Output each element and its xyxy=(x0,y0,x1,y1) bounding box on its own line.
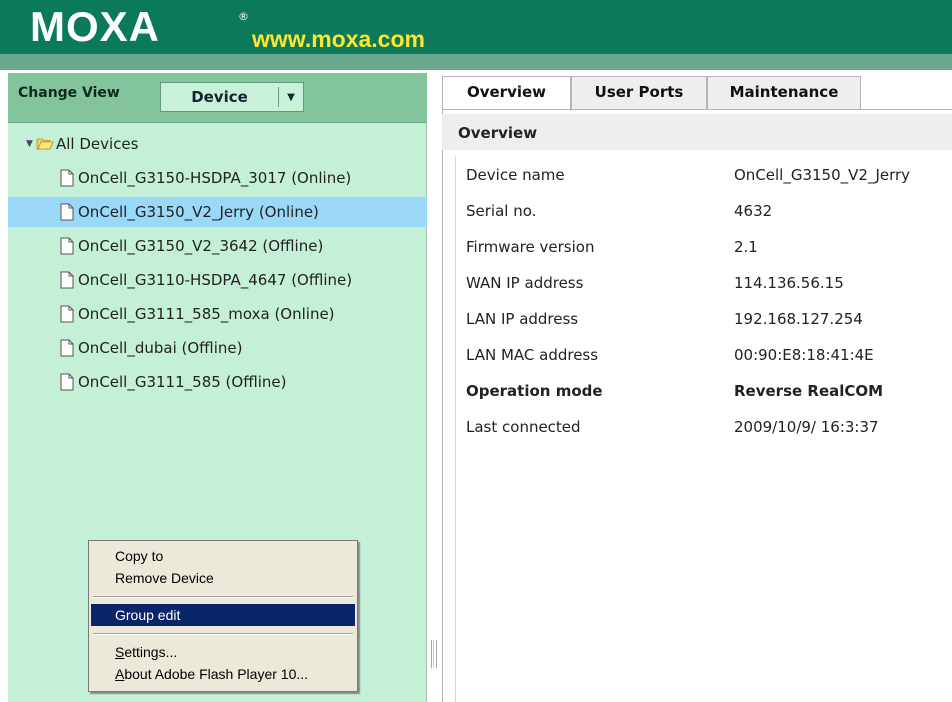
open-folder-icon xyxy=(36,138,54,150)
menu-item-remove-device[interactable]: Remove Device xyxy=(91,567,355,589)
document-icon xyxy=(60,373,74,391)
tab-overview[interactable]: Overview xyxy=(442,76,571,111)
menu-item-about-flash[interactable]: About Adobe Flash Player 10... xyxy=(91,663,355,685)
tree-device-item[interactable]: OnCell_G3111_585 (Offline) xyxy=(8,367,427,397)
tree-device-item[interactable]: OnCell_G3150_V2_3642 (Offline) xyxy=(8,231,427,261)
view-dropdown[interactable]: Device ▼ xyxy=(160,82,304,112)
info-label: WAN IP address xyxy=(466,274,584,292)
info-row: Firmware version 2.1 xyxy=(456,234,952,258)
registered-mark: ® xyxy=(238,10,249,23)
info-label: Operation mode xyxy=(466,382,603,400)
tree-device-item[interactable]: OnCell_dubai (Offline) xyxy=(8,333,427,363)
header-bar: MOXA ® www.moxa.com xyxy=(0,0,952,54)
info-label: LAN IP address xyxy=(466,310,579,328)
tree-device-label: OnCell_G3150-HSDPA_3017 (Online) xyxy=(78,169,352,187)
info-label: Serial no. xyxy=(466,202,537,220)
settings-accelerator: S xyxy=(115,644,125,660)
menu-item-group-edit[interactable]: Group edit xyxy=(91,604,355,626)
about-accelerator: A xyxy=(115,666,125,682)
document-icon xyxy=(60,305,74,323)
triangle-down-icon[interactable]: ▼ xyxy=(279,92,303,103)
info-label: LAN MAC address xyxy=(466,346,599,364)
expand-arrow-icon[interactable]: ▼ xyxy=(26,139,36,149)
info-value: 00:90:E8:18:41:4E xyxy=(734,346,874,364)
document-icon xyxy=(60,339,74,357)
about-label-rest: bout Adobe Flash Player 10... xyxy=(124,666,309,682)
change-view-label: Change View xyxy=(18,85,120,101)
website-link[interactable]: www.moxa.com xyxy=(252,26,425,53)
tree-device-label: OnCell_dubai (Offline) xyxy=(78,339,243,357)
menu-separator xyxy=(93,633,353,635)
info-label: Device name xyxy=(466,166,565,184)
info-row: WAN IP address 114.136.56.15 xyxy=(456,270,952,294)
document-icon xyxy=(60,237,74,255)
panel-splitter-handle[interactable] xyxy=(431,640,437,668)
info-value: 4632 xyxy=(734,202,773,220)
overview-header: Overview xyxy=(442,114,952,150)
tree-root-label: All Devices xyxy=(56,135,139,153)
document-icon xyxy=(60,203,74,221)
tree-device-label: OnCell_G3111_585 (Offline) xyxy=(78,373,287,391)
tree-device-item[interactable]: OnCell_G3111_585_moxa (Online) xyxy=(8,299,427,329)
info-value: OnCell_G3150_V2_Jerry xyxy=(734,166,911,184)
menu-separator xyxy=(93,596,353,598)
tree-root-all-devices[interactable]: ▼ All Devices xyxy=(8,129,427,159)
tab-maintenance[interactable]: Maintenance xyxy=(707,76,861,110)
tree-device-label: OnCell_G3111_585_moxa (Online) xyxy=(78,305,335,323)
context-menu: Copy to Remove Device Group edit Setting… xyxy=(88,540,358,692)
info-row: LAN MAC address 00:90:E8:18:41:4E xyxy=(456,342,952,366)
info-value: 2009/10/9/ 16:3:37 xyxy=(734,418,879,436)
info-value: Reverse RealCOM xyxy=(734,382,884,400)
header-sub-bar xyxy=(0,54,952,70)
info-row: Device name OnCell_G3150_V2_Jerry xyxy=(456,162,952,186)
info-row: LAN IP address 192.168.127.254 xyxy=(456,306,952,330)
overview-title: Overview xyxy=(458,124,538,142)
tree-device-item[interactable]: OnCell_G3110-HSDPA_4647 (Offline) xyxy=(8,265,427,295)
overview-info-table: Device name OnCell_G3150_V2_Jerry Serial n… xyxy=(455,156,952,702)
tree-device-item[interactable]: OnCell_G3150_V2_Jerry (Online) xyxy=(8,197,427,227)
menu-item-copy-to[interactable]: Copy to xyxy=(91,545,355,567)
tree-device-item[interactable]: OnCell_G3150-HSDPA_3017 (Online) xyxy=(8,163,427,193)
app-window: MOXA ® www.moxa.com Change View Device ▼… xyxy=(0,0,952,702)
info-label: Firmware version xyxy=(466,238,595,256)
tab-user-ports[interactable]: User Ports xyxy=(571,76,707,110)
info-value: 114.136.56.15 xyxy=(734,274,844,292)
tree-device-label: OnCell_G3150_V2_Jerry (Online) xyxy=(78,203,319,221)
menu-item-settings[interactable]: Settings... xyxy=(91,641,355,663)
tree-device-label: OnCell_G3150_V2_3642 (Offline) xyxy=(78,237,324,255)
settings-label-rest: ettings... xyxy=(124,644,178,660)
tree-device-label: OnCell_G3110-HSDPA_4647 (Offline) xyxy=(78,271,353,289)
info-row: Operation mode Reverse RealCOM xyxy=(456,378,952,402)
document-icon xyxy=(60,169,74,187)
info-value: 192.168.127.254 xyxy=(734,310,863,328)
tab-underline xyxy=(442,109,952,110)
info-value: 2.1 xyxy=(734,238,758,256)
view-dropdown-value: Device xyxy=(191,88,248,106)
info-label: Last connected xyxy=(466,418,581,436)
info-row: Last connected 2009/10/9/ 16:3:37 xyxy=(456,414,952,438)
info-row: Serial no. 4632 xyxy=(456,198,952,222)
document-icon xyxy=(60,271,74,289)
moxa-logo: MOXA xyxy=(30,3,160,50)
change-view-toolbar: Change View Device ▼ xyxy=(8,73,427,123)
